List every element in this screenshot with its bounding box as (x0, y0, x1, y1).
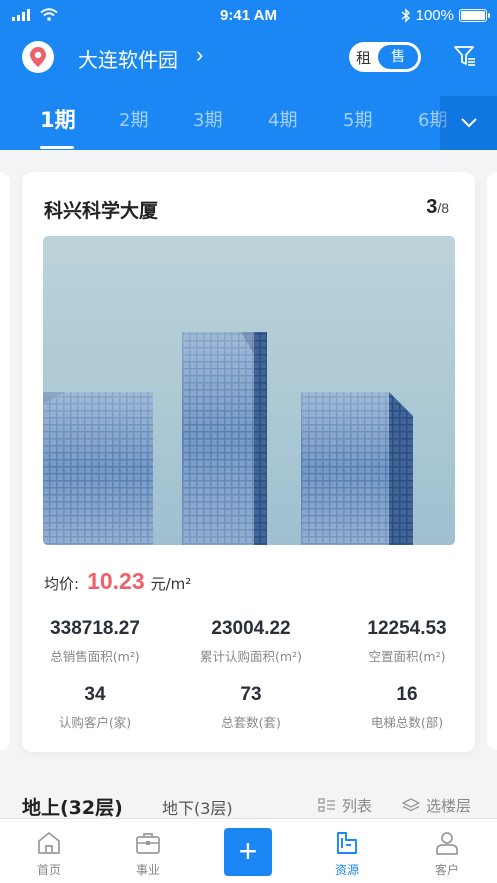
tab-floors-below[interactable]: 地下(3层) (162, 795, 233, 819)
battery-icon (459, 9, 490, 22)
rent-option[interactable]: 租 (356, 47, 371, 68)
phase-tabs: 1期 2期 3期 4期 5期 6期 (0, 96, 497, 150)
tab-customers-label: 客户 (434, 863, 459, 877)
average-price-value: 10.23 (87, 568, 145, 594)
tab-business-label: 事业 (135, 863, 160, 877)
app-header: 9:41 AM 100% 大连软件园 › 租 售 1期 2期 3期 4期 5期 … (0, 0, 497, 150)
stat-label: 认购客户(家) (58, 715, 132, 730)
pager-current: 3 (426, 196, 438, 218)
tab-resources[interactable]: 资源 (317, 829, 377, 878)
sale-option[interactable]: 售 (378, 45, 418, 69)
tab-customers[interactable]: 客户 (417, 829, 477, 878)
bluetooth-icon (401, 8, 410, 23)
pager-total: /8 (437, 200, 449, 216)
stat-value: 338718.27 (50, 618, 140, 639)
stat-label: 电梯总数(部) (370, 715, 444, 730)
status-bar: 9:41 AM 100% (0, 0, 497, 32)
stat-subscribed-area: 23004.22 累计认购面积(m²) (186, 618, 316, 665)
average-price-label: 均价: (44, 575, 80, 593)
tabs-expand-button[interactable] (440, 96, 497, 150)
list-icon (318, 797, 335, 812)
tab-phase-2[interactable]: 2期 (119, 106, 148, 132)
stat-value: 16 (396, 684, 418, 705)
tab-floors-above[interactable]: 地上(32层) (22, 793, 123, 820)
average-price: 均价: 10.23 元/m² (44, 568, 191, 595)
project-title[interactable]: 大连软件园 (78, 44, 178, 73)
list-view-button[interactable]: 列表 (318, 795, 372, 816)
add-button[interactable]: + (224, 828, 272, 876)
tab-phase-3[interactable]: 3期 (193, 106, 222, 132)
home-icon (38, 832, 60, 854)
stat-label: 总套数(套) (221, 715, 281, 730)
chevron-down-icon (460, 118, 477, 128)
stat-label: 空置面积(m²) (368, 649, 446, 664)
filter-icon[interactable] (453, 44, 477, 68)
building-name: 科兴科学大厦 (44, 200, 159, 222)
layers-icon (402, 797, 420, 811)
building-photo[interactable] (43, 236, 455, 545)
stat-subscribed-customers: 34 认购客户(家) (30, 684, 160, 731)
card-pager: 3/8 (426, 196, 449, 219)
location-bar: 大连软件园 › 租 售 (0, 34, 497, 80)
active-tab-indicator (40, 146, 74, 149)
tab-home-label: 首页 (36, 863, 61, 877)
tab-home[interactable]: 首页 (19, 829, 79, 878)
tab-phase-5[interactable]: 5期 (343, 106, 372, 132)
choose-floor-button[interactable]: 选楼层 (402, 795, 471, 816)
stat-total-sale-area: 338718.27 总销售面积(m²) (30, 618, 160, 665)
location-pin-icon[interactable] (22, 41, 54, 73)
previous-card-peek[interactable] (0, 172, 10, 750)
rent-sale-toggle[interactable]: 租 售 (349, 42, 421, 72)
tab-phase-4[interactable]: 4期 (268, 106, 297, 132)
tab-business[interactable]: 事业 (118, 829, 178, 878)
battery-area: 100% (401, 7, 490, 24)
tab-phase-1[interactable]: 1期 (40, 104, 76, 134)
tab-resources-label: 资源 (334, 863, 359, 877)
stat-label: 累计认购面积(m²) (200, 649, 302, 664)
building-card[interactable]: 科兴科学大厦 3/8 均价: 10.23 元/m² 338718.27 总销售面… (22, 172, 475, 752)
choose-floor-label: 选楼层 (426, 797, 472, 815)
stat-vacant-area: 12254.53 空置面积(m²) (342, 618, 472, 665)
briefcase-icon (136, 833, 160, 854)
building-icon (337, 832, 357, 854)
chevron-right-icon[interactable]: › (196, 42, 203, 68)
user-icon (436, 832, 458, 855)
stat-value: 34 (84, 684, 106, 705)
stat-label: 总销售面积(m²) (50, 649, 140, 664)
battery-percent: 100% (415, 7, 454, 24)
stat-elevators: 16 电梯总数(部) (342, 684, 472, 731)
average-price-unit: 元/m² (150, 575, 192, 593)
list-view-label: 列表 (342, 797, 373, 815)
bottom-tab-bar: 首页 事业 + 资源 客户 (0, 818, 497, 883)
next-card-peek[interactable] (487, 172, 497, 750)
stat-value: 12254.53 (367, 618, 447, 639)
stat-value: 23004.22 (211, 618, 291, 639)
stat-total-units: 73 总套数(套) (186, 684, 316, 731)
stat-value: 73 (240, 684, 262, 705)
